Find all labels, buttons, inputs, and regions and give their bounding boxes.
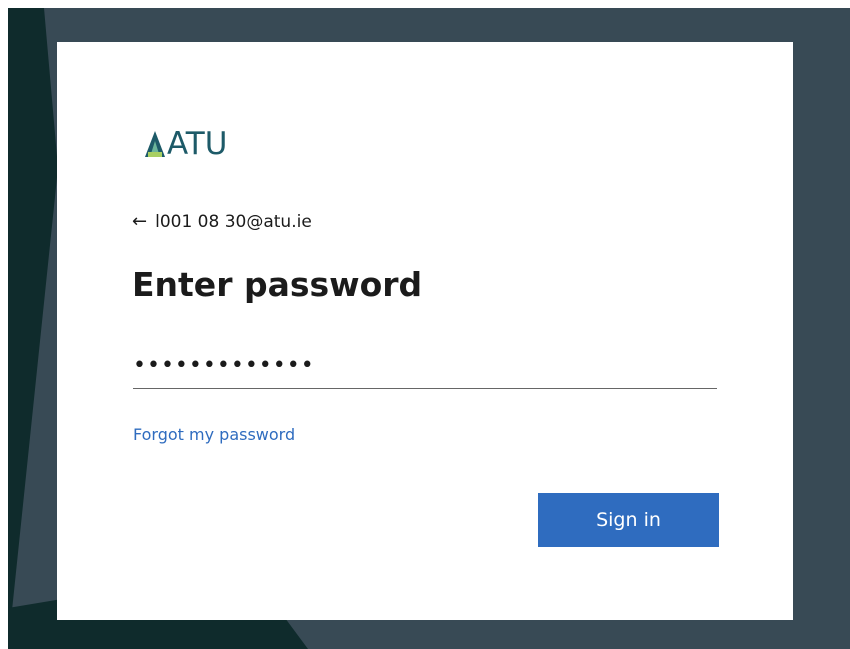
sign-in-card: ATU ← l001 08 30@atu.ie Enter password F… [57,42,793,620]
forgot-password-link[interactable]: Forgot my password [133,425,295,444]
dark-left-shape [8,8,58,649]
password-field[interactable] [133,342,717,389]
arrow-left-icon[interactable]: ← [132,213,147,231]
page-title: Enter password [132,265,423,304]
atu-logo: ATU [132,115,228,173]
logo-mark-icon [145,131,165,157]
account-identity[interactable]: ← l001 08 30@atu.ie [132,212,312,232]
page: ATU ← l001 08 30@atu.ie Enter password F… [0,0,850,649]
sign-in-button[interactable]: Sign in [538,493,719,547]
account-email: l001 08 30@atu.ie [155,212,312,232]
logo-text: ATU [167,125,228,162]
